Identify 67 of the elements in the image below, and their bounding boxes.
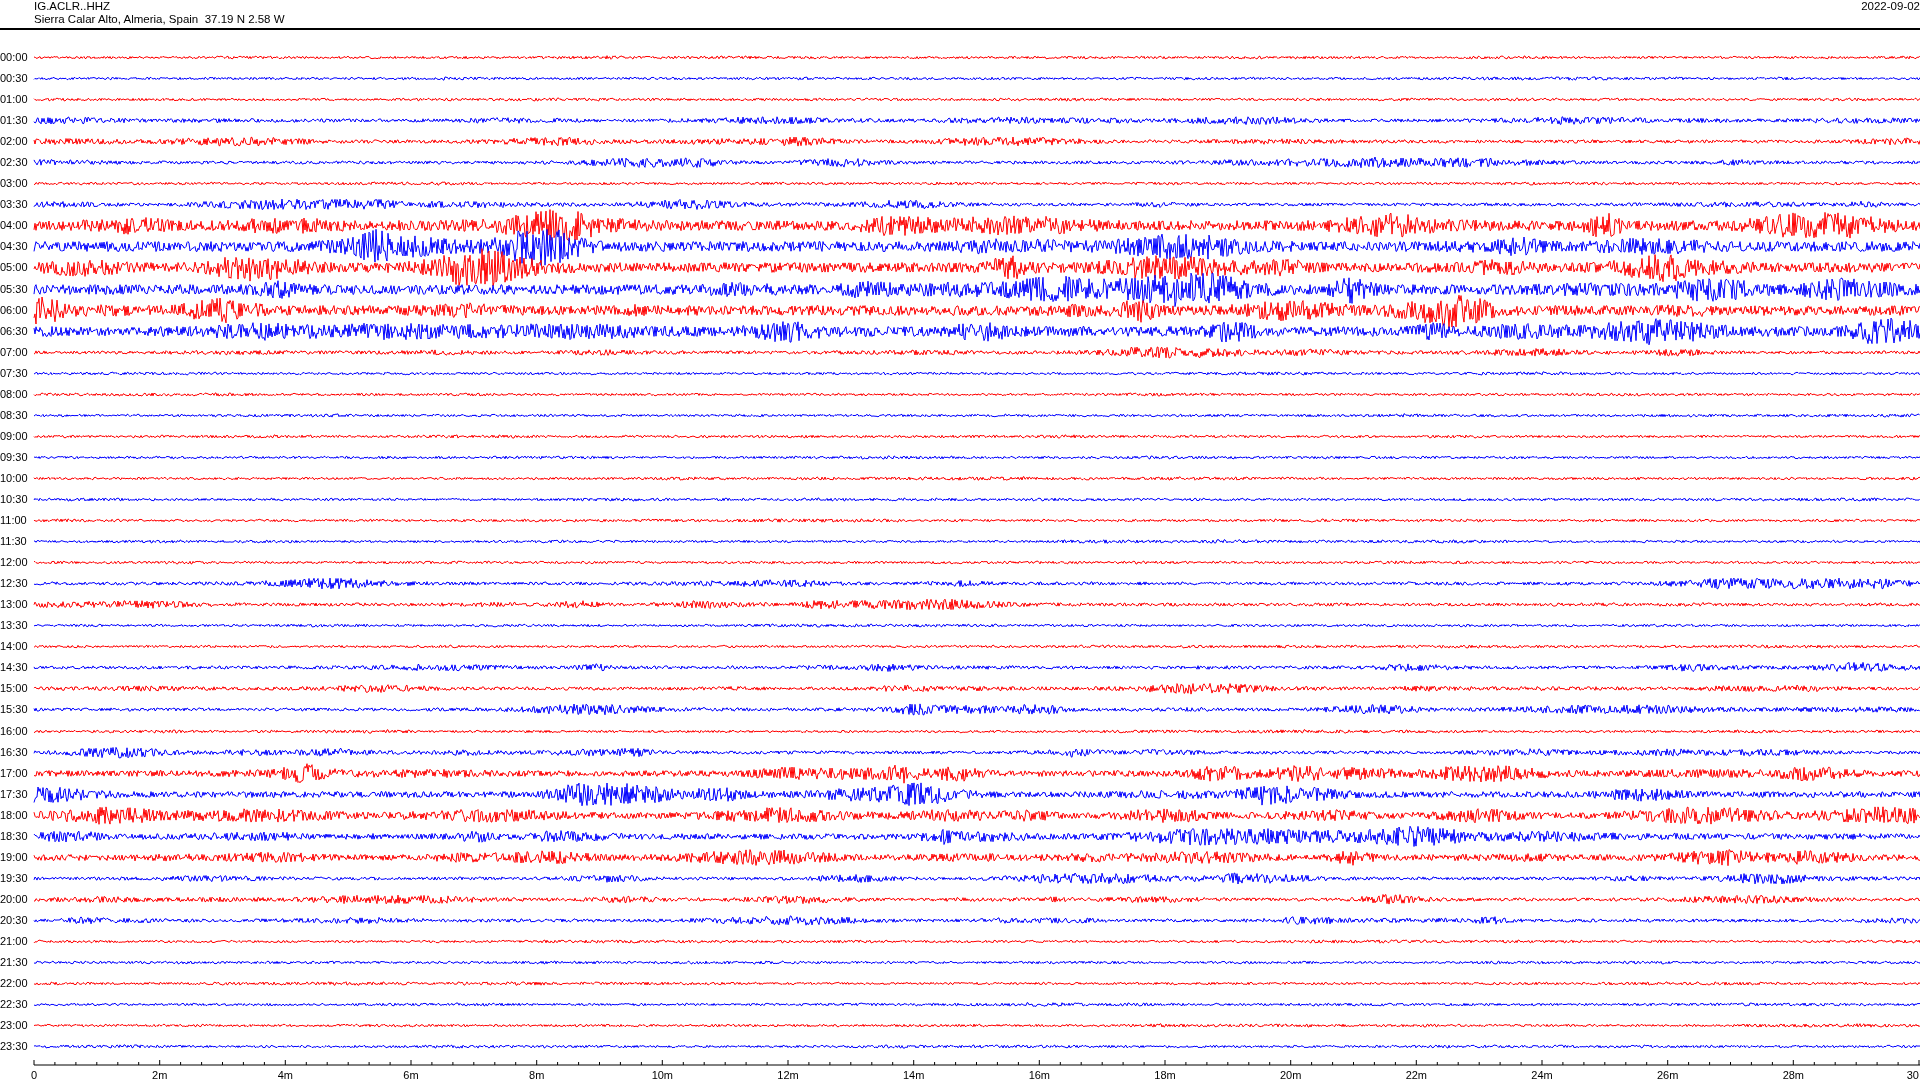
time-label: 08:30	[0, 408, 29, 422]
time-label: 12:30	[0, 577, 29, 591]
tick-label: 30	[1906, 1069, 1919, 1080]
time-label: 05:30	[0, 282, 29, 296]
time-label: 01:30	[0, 114, 29, 128]
time-label: 09:00	[0, 429, 29, 443]
tick-label: 6m	[403, 1069, 419, 1080]
time-label: 11:00	[0, 514, 28, 528]
tick-label: 24m	[1531, 1069, 1553, 1080]
tick-label: 12m	[777, 1069, 799, 1080]
time-label: 23:00	[0, 1019, 29, 1033]
time-label: 11:30	[0, 535, 28, 549]
time-label: 03:30	[0, 198, 29, 212]
station-code: IG.ACLR..HHZ	[34, 0, 112, 13]
time-label: 20:00	[0, 892, 29, 906]
time-label: 19:00	[0, 850, 29, 864]
tick-label: 8m	[529, 1069, 545, 1080]
time-label: 23:30	[0, 1040, 29, 1054]
time-label: 02:30	[0, 156, 29, 170]
time-label: 14:00	[0, 640, 29, 654]
tick-label: 4m	[277, 1069, 293, 1080]
tick-label: 18m	[1154, 1069, 1176, 1080]
time-label: 09:30	[0, 450, 29, 464]
tick-label: 10m	[651, 1069, 674, 1080]
tick-label: 28m	[1782, 1069, 1805, 1080]
time-label: 07:30	[0, 366, 29, 380]
tick-label: 20m	[1279, 1069, 1302, 1080]
time-label: 10:00	[0, 471, 29, 485]
time-label: 13:00	[0, 598, 29, 612]
time-label: 21:00	[0, 935, 29, 948]
time-label: 22:30	[0, 998, 29, 1012]
time-label: 06:30	[0, 324, 29, 338]
tick-label: 16m	[1028, 1069, 1051, 1080]
tick-label: 14m	[902, 1069, 925, 1080]
time-label: 21:30	[0, 956, 29, 970]
tick-label: 2m	[152, 1069, 168, 1080]
time-label: 04:00	[0, 219, 29, 233]
time-label: 07:00	[0, 345, 29, 359]
time-label: 00:30	[0, 72, 29, 86]
tick-label: 0	[30, 1069, 38, 1080]
time-label: 10:30	[0, 493, 29, 506]
time-label: 00:00	[0, 51, 29, 64]
time-label: 14:30	[0, 661, 29, 675]
time-label: 02:00	[0, 135, 29, 149]
time-label: 17:30	[0, 787, 29, 801]
tick-label: 22m	[1405, 1069, 1428, 1080]
time-label: 22:00	[0, 977, 29, 991]
station-location: Sierra Calar Alto, Almeria, Spain 37.19 N 2.58 W	[34, 13, 285, 26]
time-label: 12:00	[0, 556, 29, 570]
time-label: 20:30	[0, 913, 29, 927]
time-label: 05:00	[0, 261, 29, 275]
time-label: 15:30	[0, 703, 29, 717]
time-label: 16:30	[0, 745, 29, 759]
time-label: 18:00	[0, 808, 29, 822]
time-label: 16:00	[0, 724, 29, 738]
tick-label: 26m	[1656, 1069, 1679, 1080]
record-date: 2022-09-02	[1861, 0, 1920, 14]
time-label: 13:30	[0, 619, 29, 633]
time-label: 18:30	[0, 829, 29, 843]
time-label: 03:00	[0, 177, 29, 191]
time-label: 06:00	[0, 303, 29, 317]
time-label: 01:00	[0, 93, 29, 107]
time-label: 15:00	[0, 682, 29, 696]
time-label: 08:00	[0, 387, 29, 401]
time-label: 17:00	[0, 766, 29, 780]
time-label: 19:30	[0, 871, 29, 885]
time-label: 04:30	[0, 240, 29, 254]
